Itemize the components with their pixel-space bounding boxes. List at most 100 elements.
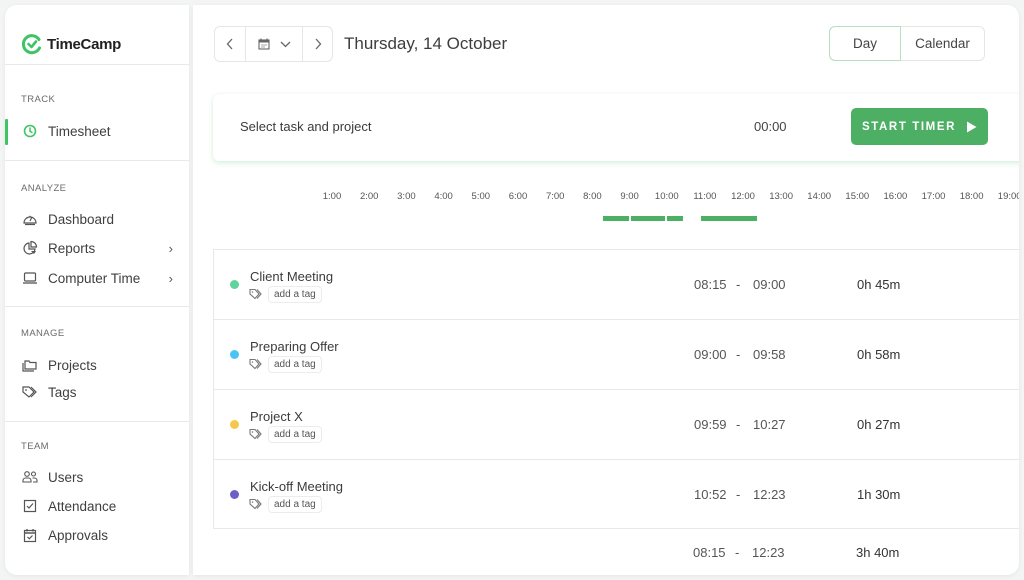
entry-duration[interactable]: 0h 27m [857,417,900,432]
timeline-hour-label: 4:00 [434,191,453,202]
view-calendar-button[interactable]: Calendar [901,27,984,60]
entry-name[interactable]: Client Meeting [250,269,333,284]
chevron-left-icon [226,38,233,50]
start-timer-button[interactable]: START TIMER [851,108,988,145]
app-name: TimeCamp [47,35,122,53]
sidebar-item-projects[interactable]: Projects [5,353,189,377]
sidebar-item-label: Tags [48,384,77,400]
entry-start-time[interactable]: 09:00 [694,347,727,362]
task-project-selector[interactable]: Select task and project [240,119,372,134]
sidebar-item-reports[interactable]: Reports › [5,236,189,260]
tag-icon [249,358,262,370]
timeline-hour-label: 7:00 [545,191,565,202]
time-separator: - [736,347,741,362]
view-day-button[interactable]: Day [829,26,901,61]
timeline-hour-label: 3:00 [397,191,416,202]
divider [5,421,189,422]
timeline-block[interactable] [667,216,683,221]
entry-name[interactable]: Project X [250,409,303,424]
clock-icon [21,123,38,140]
sidebar-item-computer-time[interactable]: Computer Time › [5,266,189,290]
entry-end-time[interactable]: 09:58 [753,347,786,362]
dashboard-gauge-icon [21,211,38,228]
sidebar-item-approvals[interactable]: Approvals [5,523,189,547]
pie-chart-icon [21,240,38,257]
sidebar-item-tags[interactable]: Tags [5,380,189,404]
entry-duration[interactable]: 1h 30m [857,487,900,502]
add-tag-button[interactable]: add a tag [268,356,322,373]
timeline-hour-label: 15:00 [845,191,870,202]
entry-start-time[interactable]: 10:52 [694,487,727,502]
timeline-hour-label: 8:00 [583,191,602,202]
folders-icon [21,357,38,374]
start-timer-label: START TIMER [861,120,957,133]
entry-start-time[interactable]: 08:15 [694,277,727,292]
sidebar-item-attendance[interactable]: Attendance [5,494,189,518]
entry-name[interactable]: Preparing Offer [250,339,339,354]
add-tag-button[interactable]: add a tag [268,426,322,443]
time-entries-list: Client Meeting add a tag 08:15 - 09:00 0… [213,249,1019,529]
chevron-right-icon [315,38,321,50]
sidebar-item-label: Attendance [48,498,117,514]
sidebar-item-label: Approvals [48,527,109,543]
timeline-block[interactable] [630,216,665,221]
sidebar-item-users[interactable]: Users [5,465,189,489]
timeline-hour-label: 9:00 [620,191,639,202]
next-day-button[interactable] [302,27,332,61]
logo[interactable]: TimeCamp [21,31,121,57]
timeline-hour-label: 14:00 [807,191,832,202]
previous-day-button[interactable] [215,27,245,61]
chevron-down-icon [280,41,290,47]
project-color-dot [230,350,239,359]
date-picker-button[interactable] [245,27,302,61]
time-entry-row[interactable]: Preparing Offer add a tag 09:00 - 09:58 … [213,319,1019,389]
add-tag-button[interactable]: add a tag [268,286,322,303]
entry-duration[interactable]: 0h 45m [857,277,900,292]
timeline-block[interactable] [602,216,629,221]
section-label-track: TRACK [21,94,56,105]
timeline-hour-label: 10:00 [654,191,679,202]
time-entry-row[interactable]: Kick-off Meeting add a tag 10:52 - 12:23… [213,459,1019,529]
tag-icon [249,288,262,300]
timeline-hour-label: 17:00 [921,191,946,202]
entry-end-time[interactable]: 10:27 [753,417,786,432]
sidebar-item-label: Timesheet [48,123,111,139]
timer-elapsed: 00:00 [754,119,787,134]
time-separator: - [736,487,741,502]
laptop-icon [21,270,38,287]
tags-icon [21,384,38,401]
chevron-right-icon: › [168,270,173,286]
timeline-block[interactable] [700,216,757,221]
time-entry-row[interactable]: Project X add a tag 09:59 - 10:27 0h 27m [213,389,1019,459]
calendar-icon [257,38,270,50]
entry-start-time[interactable]: 09:59 [694,417,727,432]
current-date: Thursday, 14 October [344,34,508,53]
sidebar-item-timesheet[interactable]: Timesheet [5,119,189,145]
sidebar: TimeCamp TRACK Timesheet ANALYZE Dashboa… [5,5,189,575]
time-entry-row[interactable]: Client Meeting add a tag 08:15 - 09:00 0… [213,249,1019,319]
sidebar-item-dashboard[interactable]: Dashboard [5,207,189,231]
total-start: 08:15 [693,545,726,560]
sidebar-item-label: Reports [48,240,96,256]
entry-end-time[interactable]: 12:23 [753,487,786,502]
checkbox-icon [21,498,38,515]
entry-name[interactable]: Kick-off Meeting [250,479,343,494]
timeline-hour-label: 13:00 [769,191,793,202]
sidebar-item-label: Computer Time [48,270,141,286]
entry-duration[interactable]: 0h 58m [857,347,900,362]
tag-icon [249,498,262,510]
total-duration: 3h 40m [856,545,900,560]
users-icon [21,469,38,486]
total-separator: - [735,545,740,560]
timeline-hours: 1:00 2:00 3:00 4:00 5:00 6:00 7:00 8:00 9:00 10:0… [193,191,1019,205]
timer-bar: Select task and project 00:00 START TIME… [213,94,1019,161]
section-label-analyze: ANALYZE [21,183,67,194]
timeline-hour-label: 16:00 [883,191,908,202]
section-label-manage: MANAGE [21,328,65,339]
entry-end-time[interactable]: 09:00 [753,277,786,292]
timeline-hour-label: 6:00 [508,191,528,202]
sidebar-item-label: Projects [48,357,97,373]
add-tag-button[interactable]: add a tag [268,496,322,513]
main-panel: Thursday, 14 October Day Calendar Select… [193,5,1019,575]
time-separator: - [736,277,741,292]
